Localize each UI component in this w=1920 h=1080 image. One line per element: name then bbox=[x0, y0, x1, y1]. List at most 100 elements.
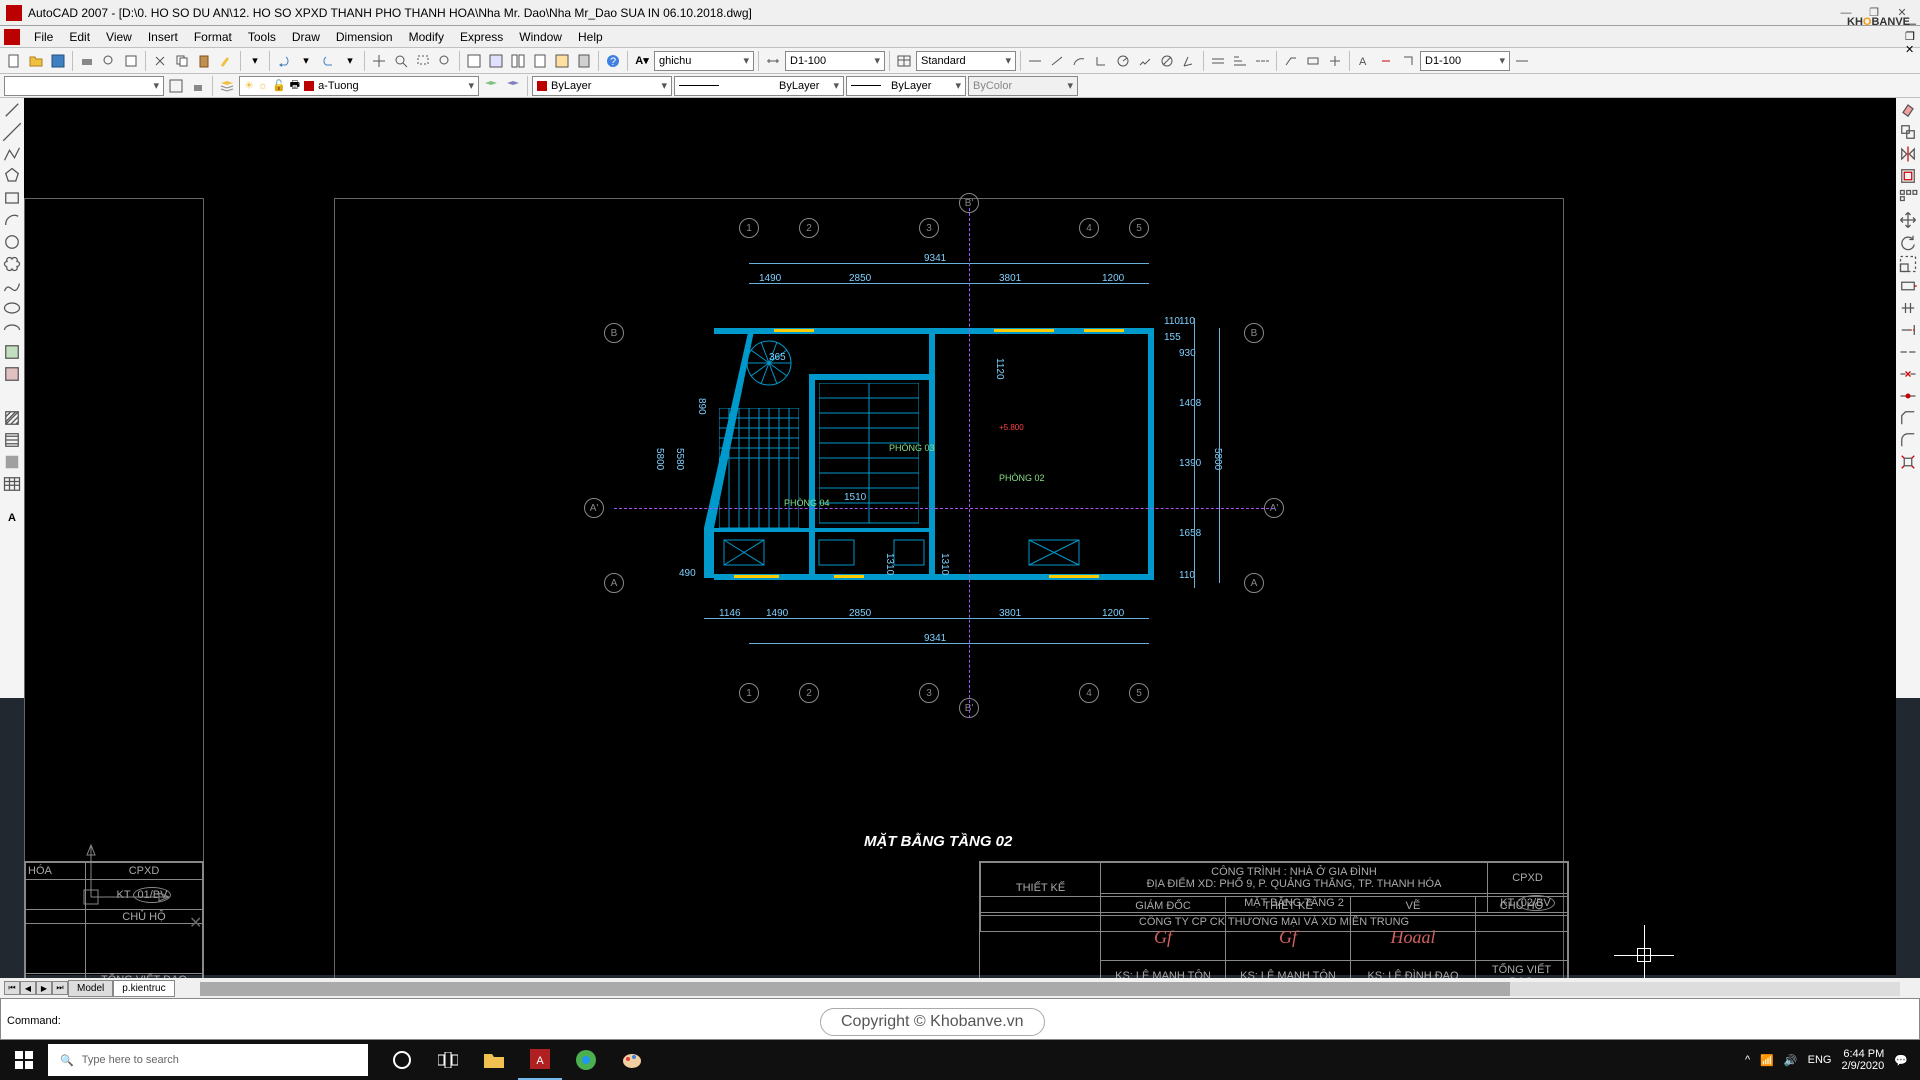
pan-button[interactable] bbox=[369, 51, 389, 71]
dim-ordinate-button[interactable] bbox=[1091, 51, 1111, 71]
menu-modify[interactable]: Modify bbox=[401, 30, 452, 44]
toolpalettes-button[interactable] bbox=[508, 51, 528, 71]
array-button[interactable] bbox=[1898, 188, 1918, 208]
menu-tools[interactable]: Tools bbox=[240, 30, 284, 44]
break-button[interactable] bbox=[1898, 342, 1918, 362]
dimstyle-dropdown[interactable]: D1-100 bbox=[785, 51, 885, 71]
arc-button[interactable] bbox=[2, 210, 22, 230]
break2-button[interactable] bbox=[1898, 364, 1918, 384]
scale-button[interactable] bbox=[1898, 254, 1918, 274]
undo-list-button[interactable]: ▾ bbox=[296, 51, 316, 71]
circle-button[interactable] bbox=[2, 232, 22, 252]
undo-button[interactable] bbox=[274, 51, 294, 71]
menu-dimension[interactable]: Dimension bbox=[328, 30, 401, 44]
ellipse-arc-button[interactable] bbox=[2, 320, 22, 340]
tab-first-button[interactable]: ⏮ bbox=[4, 981, 20, 995]
dim-jogged-button[interactable] bbox=[1135, 51, 1155, 71]
markup-button[interactable] bbox=[552, 51, 572, 71]
zoom-window-button[interactable] bbox=[413, 51, 433, 71]
dim-update-button[interactable] bbox=[1398, 51, 1418, 71]
dim-quick-button[interactable] bbox=[1208, 51, 1228, 71]
ellipse-button[interactable] bbox=[2, 298, 22, 318]
sheetset-button[interactable] bbox=[530, 51, 550, 71]
erase-button[interactable] bbox=[1898, 100, 1918, 120]
dim-continue-button[interactable] bbox=[1252, 51, 1272, 71]
dimstyle-icon[interactable] bbox=[763, 51, 783, 71]
dim-linear-button[interactable] bbox=[1025, 51, 1045, 71]
dimstyle2-dropdown[interactable]: D1-100 bbox=[1420, 51, 1510, 71]
taskbar-search[interactable]: 🔍 Type here to search bbox=[48, 1044, 368, 1076]
paint-icon[interactable] bbox=[610, 1040, 654, 1080]
layer-previous-button[interactable] bbox=[481, 76, 501, 96]
doc-maximize-button[interactable]: ❐ bbox=[1905, 30, 1916, 43]
menu-insert[interactable]: Insert bbox=[140, 30, 186, 44]
trim-button[interactable] bbox=[1898, 298, 1918, 318]
chrome-icon[interactable] bbox=[564, 1040, 608, 1080]
extend-button[interactable] bbox=[1898, 320, 1918, 340]
rotate-button[interactable] bbox=[1898, 232, 1918, 252]
rectangle-button[interactable] bbox=[2, 188, 22, 208]
tab-prev-button[interactable]: ◀ bbox=[20, 981, 36, 995]
taskbar-time[interactable]: 6:44 PM bbox=[1841, 1048, 1884, 1060]
redo-button[interactable] bbox=[318, 51, 338, 71]
join-button[interactable] bbox=[1898, 386, 1918, 406]
start-button[interactable] bbox=[0, 1040, 48, 1080]
spline-button[interactable] bbox=[2, 276, 22, 296]
menu-window[interactable]: Window bbox=[511, 30, 570, 44]
hatch-button[interactable] bbox=[2, 408, 22, 428]
lineweight-dropdown[interactable]: ByLayer bbox=[846, 76, 966, 96]
plotstyle-dropdown[interactable]: ByColor bbox=[968, 76, 1078, 96]
dim-arc-button[interactable] bbox=[1069, 51, 1089, 71]
dim-tedit-button[interactable] bbox=[1376, 51, 1396, 71]
tab-next-button[interactable]: ▶ bbox=[36, 981, 52, 995]
language-indicator[interactable]: ENG bbox=[1808, 1054, 1832, 1066]
tablestyle-icon[interactable] bbox=[894, 51, 914, 71]
pline-button[interactable] bbox=[2, 144, 22, 164]
zoom-realtime-button[interactable] bbox=[391, 51, 411, 71]
open-button[interactable] bbox=[26, 51, 46, 71]
dim-center-button[interactable] bbox=[1325, 51, 1345, 71]
mirror-button[interactable] bbox=[1898, 144, 1918, 164]
calc-button[interactable] bbox=[574, 51, 594, 71]
explode-button[interactable] bbox=[1898, 452, 1918, 472]
menu-format[interactable]: Format bbox=[186, 30, 240, 44]
copy2-button[interactable] bbox=[1898, 122, 1918, 142]
stretch-button[interactable] bbox=[1898, 276, 1918, 296]
move-button[interactable] bbox=[1898, 210, 1918, 230]
print-button[interactable] bbox=[77, 51, 97, 71]
dim-diameter-button[interactable] bbox=[1157, 51, 1177, 71]
zoom-previous-button[interactable] bbox=[435, 51, 455, 71]
wifi-icon[interactable]: 📶 bbox=[1760, 1054, 1774, 1067]
menu-draw[interactable]: Draw bbox=[284, 30, 328, 44]
cut-button[interactable] bbox=[150, 51, 170, 71]
table-button[interactable] bbox=[2, 474, 22, 494]
save-button[interactable] bbox=[48, 51, 68, 71]
menu-edit[interactable]: Edit bbox=[61, 30, 98, 44]
mtext-button[interactable]: A bbox=[2, 508, 22, 528]
revcloud-button[interactable] bbox=[2, 254, 22, 274]
offset-button[interactable] bbox=[1898, 166, 1918, 186]
linetype-dropdown[interactable]: ByLayer bbox=[674, 76, 844, 96]
xline-button[interactable] bbox=[2, 122, 22, 142]
taskbar-date[interactable]: 2/9/2020 bbox=[1841, 1060, 1884, 1072]
paste-button[interactable] bbox=[194, 51, 214, 71]
drawing-canvas[interactable]: 1 2 3 4 5 B' 1 2 3 4 5 B' B A B A A' A' bbox=[24, 98, 1896, 975]
line-button[interactable] bbox=[2, 100, 22, 120]
copy-button[interactable] bbox=[172, 51, 192, 71]
menu-help[interactable]: Help bbox=[570, 30, 611, 44]
insert-button[interactable] bbox=[2, 342, 22, 362]
volume-icon[interactable]: 🔊 bbox=[1784, 1054, 1798, 1067]
block-button[interactable]: ▾ bbox=[245, 51, 265, 71]
autocad-taskbar-icon[interactable]: A bbox=[518, 1040, 562, 1080]
model-tab[interactable]: Model bbox=[68, 980, 113, 997]
explorer-icon[interactable] bbox=[472, 1040, 516, 1080]
makeblock-button[interactable] bbox=[2, 364, 22, 384]
new-button[interactable] bbox=[4, 51, 24, 71]
horizontal-scrollbar[interactable] bbox=[200, 982, 1900, 996]
match-button[interactable] bbox=[216, 51, 236, 71]
region-button[interactable] bbox=[2, 452, 22, 472]
layer-states-button[interactable] bbox=[503, 76, 523, 96]
help-button[interactable]: ? bbox=[603, 51, 623, 71]
properties-button[interactable] bbox=[464, 51, 484, 71]
dim-radius-button[interactable] bbox=[1113, 51, 1133, 71]
